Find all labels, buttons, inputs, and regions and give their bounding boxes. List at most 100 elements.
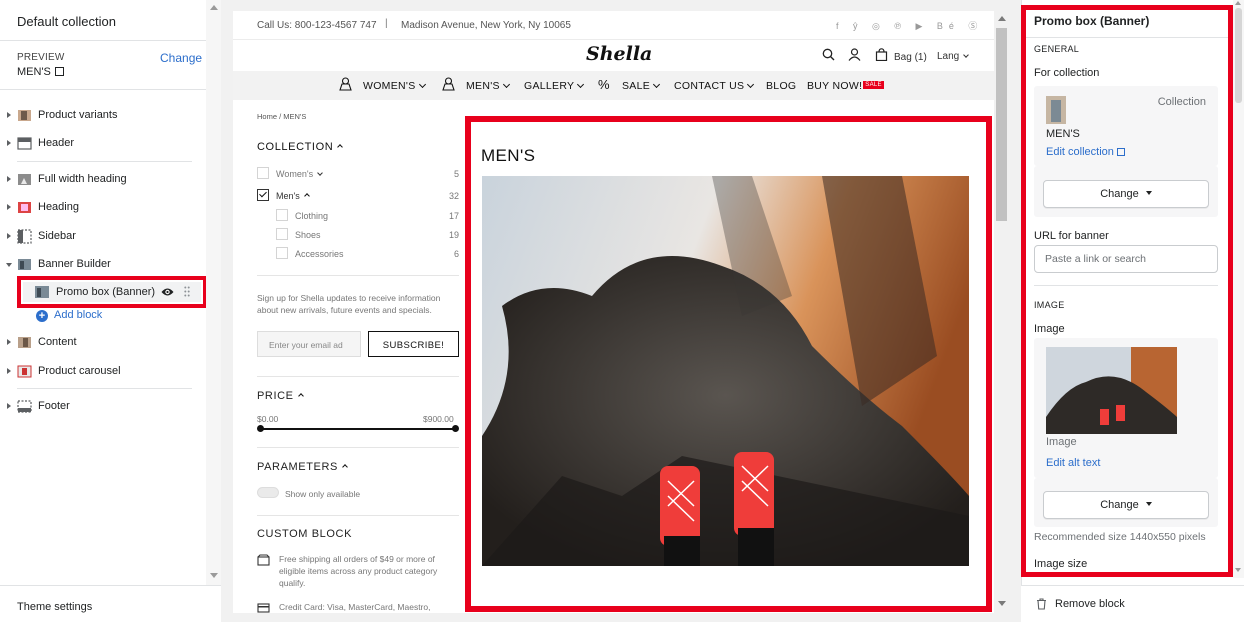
subscribe-button[interactable]: SUBSCRIBE! <box>368 331 459 357</box>
checkbox[interactable] <box>257 167 269 179</box>
banner-image-icon <box>18 259 31 270</box>
section-full-width-heading[interactable]: Full width heading <box>0 169 206 191</box>
lang-dropdown[interactable]: Lang <box>937 51 970 62</box>
divider <box>17 161 192 162</box>
menu-gallery[interactable]: GALLERY <box>524 80 585 92</box>
newsletter-text: Sign up for Shella updates to receive in… <box>257 293 441 315</box>
show-available-toggle[interactable] <box>257 487 279 498</box>
divider <box>257 515 459 516</box>
preview-scrollbar[interactable] <box>994 11 1009 613</box>
search-icon[interactable] <box>822 48 835 61</box>
menu-buy-now[interactable]: BUY NOW! SALE <box>807 80 884 92</box>
scrollbar-thumb[interactable] <box>996 28 1007 221</box>
chevron-down-icon <box>577 80 585 89</box>
chevron-down-icon <box>653 80 661 89</box>
show-available-label: Show only available <box>285 489 361 499</box>
checkbox[interactable] <box>276 209 288 221</box>
theme-settings-button[interactable]: Theme settings <box>0 585 221 622</box>
menu-sale[interactable]: SALE <box>622 80 661 92</box>
section-label: Sidebar <box>38 230 76 242</box>
account-icon[interactable] <box>848 48 861 61</box>
section-product-variants[interactable]: Product variants <box>0 105 206 127</box>
collection-filter-heading[interactable]: COLLECTION <box>257 141 344 153</box>
breadcrumb[interactable]: Home / MEN'S <box>257 112 306 121</box>
caret-right-icon <box>7 233 11 239</box>
drag-handle-icon[interactable] <box>184 286 190 297</box>
section-label: Product carousel <box>38 365 121 377</box>
store-preview: Call Us: 800-123-4567 747 | Madison Aven… <box>233 11 994 613</box>
section-content[interactable]: Content <box>0 332 206 354</box>
promo-box-image-icon <box>35 286 49 298</box>
scroll-down-arrow-icon[interactable] <box>210 573 218 578</box>
custom-block-heading: CUSTOM BLOCK <box>257 528 353 540</box>
main-menu: WOMEN'S MEN'S GALLERY % SALE CONTACT US … <box>233 71 994 100</box>
mens-icon <box>442 77 455 91</box>
newsletter-email-input[interactable]: Enter your email ad <box>257 331 361 357</box>
filter-count: 5 <box>453 169 459 179</box>
caret-right-icon <box>7 368 11 374</box>
caret-down-icon <box>6 263 12 267</box>
checkbox[interactable] <box>276 247 288 259</box>
menu-blog[interactable]: BLOG <box>766 80 796 92</box>
slider-handle-max[interactable] <box>452 425 459 432</box>
section-footer[interactable]: Footer <box>0 396 206 418</box>
preview-change-link[interactable]: Change <box>160 51 202 65</box>
eye-icon[interactable] <box>161 286 174 298</box>
settings-scrollbar[interactable] <box>1233 0 1244 578</box>
parameters-heading[interactable]: PARAMETERS <box>257 461 348 473</box>
sidebar-layout-icon <box>17 229 32 244</box>
scrollbar-thumb[interactable] <box>1235 8 1242 103</box>
section-banner-builder[interactable]: Banner Builder <box>0 254 206 276</box>
checkbox-checked[interactable] <box>257 189 269 201</box>
store-logo[interactable]: Shella <box>586 43 652 65</box>
header-layout-icon <box>17 137 32 150</box>
chevron-up-icon <box>337 144 344 150</box>
menu-contact[interactable]: CONTACT US <box>674 80 755 92</box>
plus-circle-icon: + <box>36 310 48 322</box>
scroll-up-arrow-icon[interactable] <box>1235 1 1241 5</box>
block-label: Promo box (Banner) <box>56 286 156 298</box>
banner-title: MEN'S <box>481 146 536 165</box>
preview-value[interactable]: MEN'S <box>17 66 64 78</box>
box-icon <box>257 554 270 566</box>
sidebar-title: Default collection <box>17 14 116 29</box>
block-promo-box[interactable]: Promo box (Banner) <box>17 276 207 308</box>
banner-image[interactable] <box>482 176 969 566</box>
remove-block-button[interactable]: Remove block <box>1021 585 1244 622</box>
checkbox[interactable] <box>276 228 288 240</box>
scroll-up-arrow-icon[interactable] <box>998 16 1006 21</box>
custom-payment-text: Credit Card: Visa, MasterCard, Maestro, <box>279 602 431 612</box>
section-header[interactable]: Header <box>0 133 206 155</box>
divider <box>257 447 459 448</box>
scroll-down-arrow-icon[interactable] <box>998 601 1006 606</box>
price-filter-heading[interactable]: PRICE <box>257 390 304 402</box>
womens-icon <box>339 77 352 91</box>
price-min: $0.00 <box>257 414 279 424</box>
caret-right-icon <box>7 176 11 182</box>
caret-right-icon <box>7 140 11 146</box>
chevron-up-icon <box>342 464 348 470</box>
bag-count[interactable]: Bag (1) <box>894 52 927 63</box>
price-slider[interactable] <box>257 425 459 432</box>
sidebar-scrollbar[interactable] <box>206 0 221 585</box>
remove-block-label: Remove block <box>1055 598 1125 610</box>
carousel-image-icon <box>17 365 32 378</box>
section-heading[interactable]: Heading <box>0 197 206 219</box>
chevron-down-icon <box>747 80 755 89</box>
section-product-carousel[interactable]: Product carousel <box>0 361 206 383</box>
divider <box>0 89 206 90</box>
add-block-button[interactable]: + Add block <box>36 309 102 322</box>
slider-handle-min[interactable] <box>257 425 264 432</box>
social-icons[interactable]: f ŷ ◎ ℗ ▶ Bé Ⓢ <box>836 19 983 32</box>
preview-label: PREVIEW <box>17 52 65 63</box>
content-image-icon <box>18 337 31 348</box>
scroll-up-arrow-icon[interactable] <box>210 5 218 10</box>
bag-icon[interactable] <box>875 48 888 61</box>
menu-mens[interactable]: MEN'S <box>466 80 510 92</box>
external-link-icon <box>54 67 64 76</box>
section-sidebar[interactable]: Sidebar <box>0 226 206 248</box>
price-max: $900.00 <box>423 414 454 424</box>
scroll-down-arrow-icon[interactable] <box>1235 568 1241 572</box>
menu-womens[interactable]: WOMEN'S <box>363 80 426 92</box>
filter-count: 17 <box>448 211 459 221</box>
